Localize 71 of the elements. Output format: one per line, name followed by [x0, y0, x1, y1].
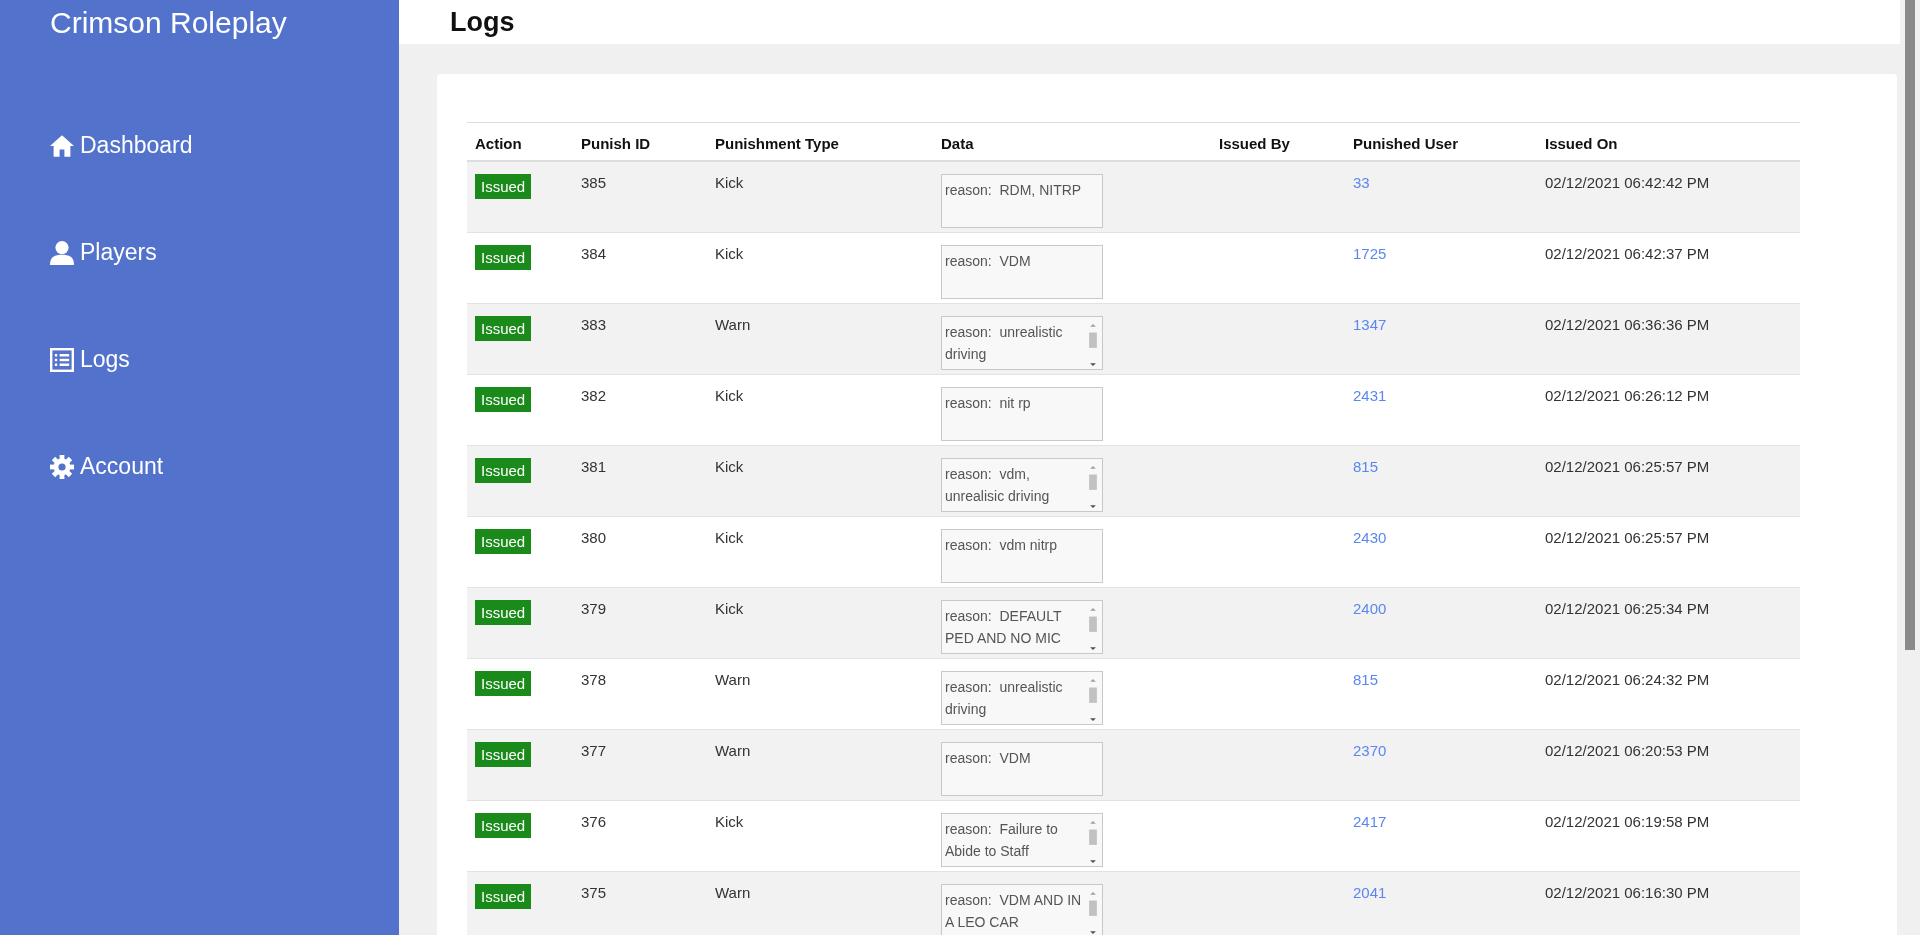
user-link[interactable]: 2430 [1353, 529, 1387, 546]
data-text-area[interactable]: reason: RDM, NITRP [941, 174, 1103, 228]
issued-badge: Issued [475, 742, 532, 767]
scrollbar-icon[interactable] [1087, 889, 1099, 935]
nav-label: Players [80, 239, 157, 266]
user-link[interactable]: 815 [1353, 458, 1379, 475]
table-cell: Warn [707, 871, 933, 935]
issued-badge: Issued [475, 174, 532, 199]
table-cell: 383 [573, 303, 707, 375]
table-cell: 02/12/2021 06:25:57 PM [1537, 445, 1800, 517]
table-cell: 385 [573, 161, 707, 233]
table-cell: 02/12/2021 06:36:36 PM [1537, 303, 1800, 375]
list-icon [50, 347, 74, 372]
scrollbar-icon[interactable] [1087, 321, 1099, 369]
table-cell: 02/12/2021 06:20:53 PM [1537, 729, 1800, 801]
table-cell: 375 [573, 871, 707, 935]
nav-label: Account [80, 453, 164, 480]
user-link[interactable]: 815 [1353, 671, 1379, 688]
table-cell: 379 [573, 587, 707, 659]
data-text-area[interactable]: reason: VDM [941, 742, 1103, 796]
user-link[interactable]: 1725 [1353, 245, 1387, 262]
user-link[interactable]: 2431 [1353, 387, 1387, 404]
issued-badge: Issued [475, 884, 532, 909]
table-cell: 02/12/2021 06:42:42 PM [1537, 161, 1800, 233]
table-cell: Kick [707, 587, 933, 659]
user-icon [50, 240, 74, 265]
home-icon [50, 133, 74, 158]
sidebar-item[interactable]: Account [50, 453, 164, 480]
table-cell: Kick [707, 161, 933, 233]
scrollbar-icon[interactable] [1087, 605, 1099, 653]
issued-badge: Issued [475, 458, 532, 483]
data-text-area[interactable]: reason: VDM [941, 245, 1103, 299]
page-title: Logs [450, 6, 516, 39]
data-text-area[interactable]: reason: DEFAULT PED AND NO MIC [941, 600, 1103, 654]
table-cell: 381 [573, 445, 707, 517]
issued-badge: Issued [475, 387, 532, 412]
issued-badge: Issued [475, 316, 532, 341]
user-link[interactable]: 2417 [1353, 813, 1387, 830]
data-text-area[interactable]: reason: vdm nitrp [941, 529, 1103, 583]
user-link[interactable]: 2400 [1353, 600, 1387, 617]
data-text-area[interactable]: reason: vdm, unrealisic driving [941, 458, 1103, 512]
sidebar-item[interactable]: Logs [50, 346, 130, 373]
data-text-area[interactable]: reason: Failure to Abide to Staff [941, 813, 1103, 867]
nav-label: Logs [80, 346, 130, 373]
sidebar-item[interactable]: Players [50, 239, 157, 266]
data-text-area[interactable]: reason: unrealistic driving [941, 316, 1103, 370]
nav-label: Dashboard [80, 132, 193, 159]
issued-badge: Issued [475, 813, 532, 838]
data-text-area[interactable]: reason: VDM AND IN A LEO CAR [941, 884, 1103, 935]
settings-icon [50, 454, 74, 479]
table-cell: Warn [707, 729, 933, 801]
table-cell: 02/12/2021 06:16:30 PM [1537, 871, 1800, 935]
scrollbar-icon[interactable] [1087, 676, 1099, 724]
data-text-area[interactable]: reason: nit rp [941, 387, 1103, 441]
scrollbar-icon[interactable] [1087, 818, 1099, 866]
table-cell: Kick [707, 445, 933, 517]
issued-badge: Issued [475, 245, 532, 270]
scrollbar-icon[interactable] [1087, 463, 1099, 511]
issued-badge: Issued [475, 529, 532, 554]
user-link[interactable]: 33 [1353, 174, 1370, 191]
data-text-area[interactable]: reason: unrealistic driving [941, 671, 1103, 725]
issued-badge: Issued [475, 600, 532, 625]
table-cell: 377 [573, 729, 707, 801]
user-link[interactable]: 2370 [1353, 742, 1387, 759]
user-link[interactable]: 1347 [1353, 316, 1387, 333]
table-cell: Warn [707, 303, 933, 375]
brand-title: Crimson Roleplay [49, 5, 288, 41]
table-cell: 02/12/2021 06:25:34 PM [1537, 587, 1800, 659]
issued-badge: Issued [475, 671, 532, 696]
sidebar-item[interactable]: Dashboard [50, 132, 193, 159]
user-link[interactable]: 2041 [1353, 884, 1387, 901]
